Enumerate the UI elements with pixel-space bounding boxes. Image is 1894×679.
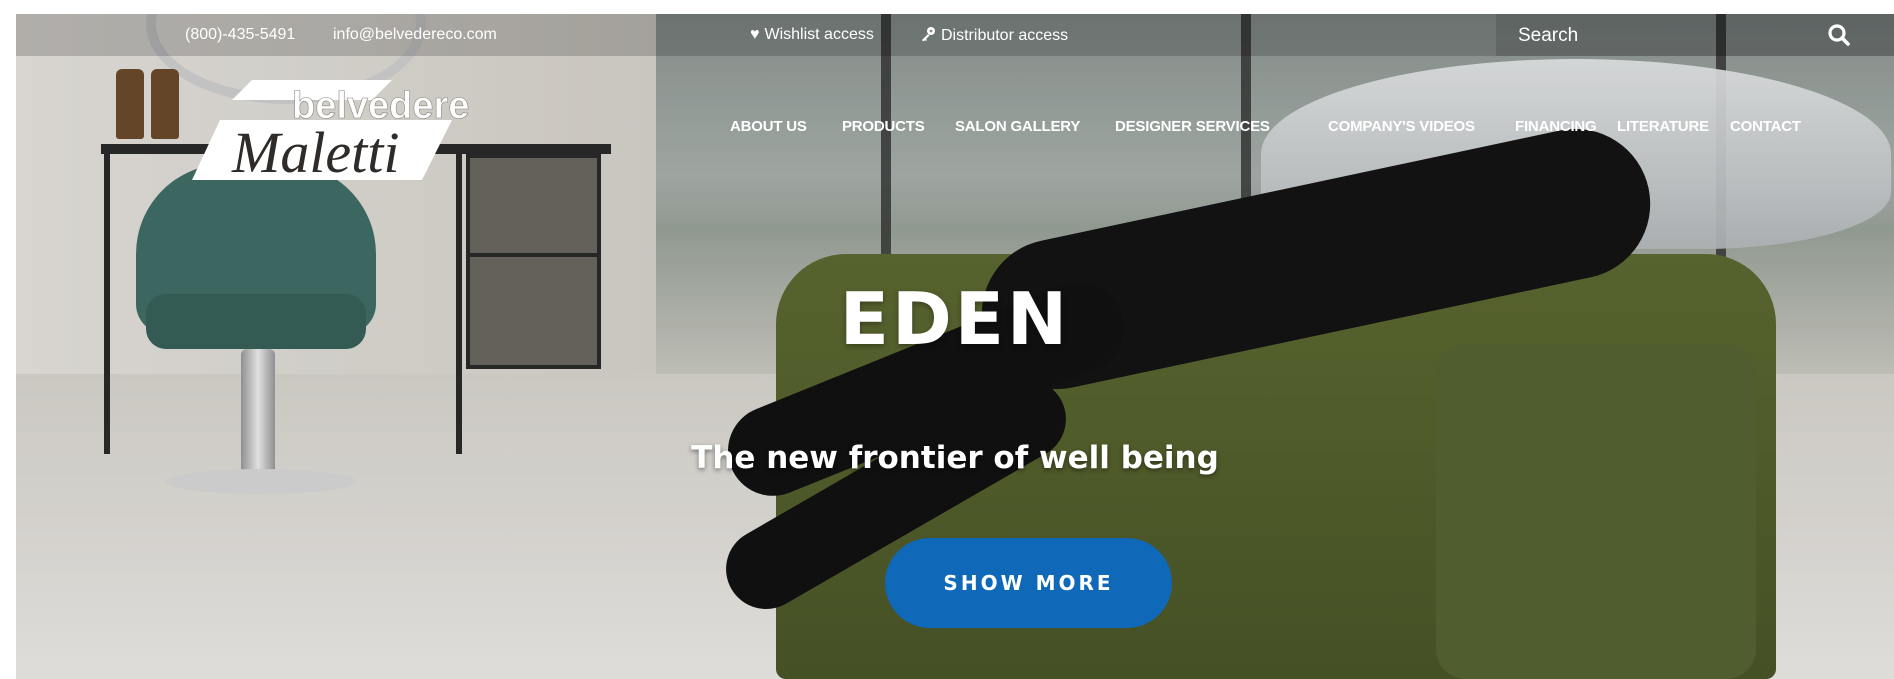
search-icon[interactable] [1826,22,1852,48]
nav-item-companys-videos[interactable]: COMPANY'S VIDEOS [1328,118,1475,135]
nav-item-contact[interactable]: CONTACT [1730,118,1801,135]
show-more-button[interactable]: SHOW MORE [885,538,1172,628]
wishlist-label: Wishlist access [764,26,874,43]
top-utility-bar: (800)-435-5491 info@belvedereco.com ♥ Wis… [16,14,1894,56]
key-icon [920,26,936,45]
search-box [1496,14,1894,56]
distributor-label: Distributor access [941,27,1069,44]
distributor-access-link[interactable]: Distributor access [920,26,1068,45]
heart-icon: ♥ [750,26,760,43]
nav-item-financing[interactable]: FINANCING [1515,118,1597,135]
brand-logo[interactable]: belvedere Maletti [192,80,482,195]
hero-banner: (800)-435-5491 info@belvedereco.com ♥ Wis… [16,14,1894,679]
email-link[interactable]: info@belvedereco.com [333,26,497,44]
search-input[interactable] [1516,20,1820,52]
nav-item-about-us[interactable]: ABOUT US [730,118,807,135]
phone-number[interactable]: (800)-435-5491 [185,26,295,44]
logo-wordmark-bottom: Maletti [231,120,400,185]
nav-item-products[interactable]: PRODUCTS [842,118,925,135]
wishlist-access-link[interactable]: ♥ Wishlist access [750,26,874,44]
nav-item-designer-services[interactable]: DESIGNER SERVICES [1115,118,1270,135]
nav-item-literature[interactable]: LITERATURE [1617,118,1709,135]
hero-subtitle: The new frontier of well being [691,440,1219,476]
nav-item-salon-gallery[interactable]: SALON GALLERY [955,118,1080,135]
hero-title: EDEN [839,277,1071,361]
